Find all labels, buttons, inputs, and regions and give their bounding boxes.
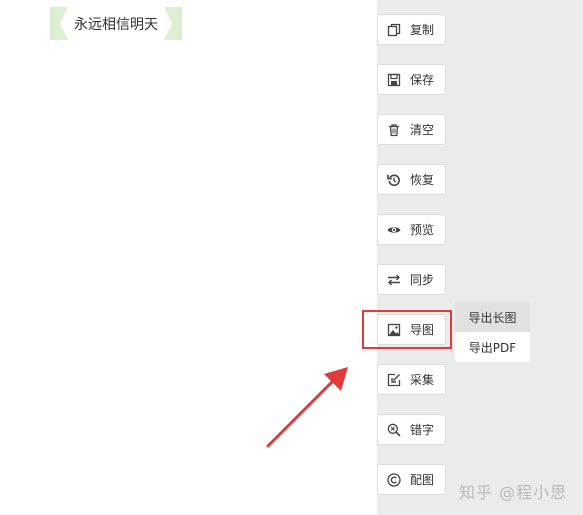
editor-canvas[interactable]: 永远相信明天 <box>0 0 377 515</box>
clear-label: 清空 <box>410 123 435 137</box>
illustration-label: 配图 <box>410 473 435 487</box>
export-long-image-item[interactable]: 导出长图 <box>455 302 530 332</box>
copy-label: 复制 <box>410 23 435 37</box>
typo-check-button[interactable]: 错字 <box>377 414 446 445</box>
annotation-arrow-icon <box>266 367 348 448</box>
sync-label: 同步 <box>410 273 435 287</box>
save-label: 保存 <box>410 73 435 87</box>
side-toolbar: 复制 保存 清空 恢复 预览 同步 导图 采集 错字 配图 导出长图 导出PDF <box>362 0 583 515</box>
save-icon <box>387 73 401 87</box>
highlight-box <box>362 310 452 349</box>
copy-button[interactable]: 复制 <box>377 14 446 45</box>
restore-icon <box>387 173 401 187</box>
watermark: 知乎 @程小思 <box>459 483 568 502</box>
preview-button[interactable]: 预览 <box>377 214 446 245</box>
clear-button[interactable]: 清空 <box>377 114 446 145</box>
preview-label: 预览 <box>410 223 435 237</box>
collect-label: 采集 <box>410 373 435 387</box>
collect-icon <box>387 373 401 387</box>
eye-icon <box>387 223 401 237</box>
illustration-button[interactable]: 配图 <box>377 464 446 495</box>
restore-label: 恢复 <box>410 173 435 187</box>
export-submenu: 导出长图 导出PDF <box>455 302 530 362</box>
export-pdf-item[interactable]: 导出PDF <box>455 332 530 362</box>
save-button[interactable]: 保存 <box>377 64 446 95</box>
copy-icon <box>387 23 401 37</box>
copyright-icon <box>387 472 401 487</box>
restore-button[interactable]: 恢复 <box>377 164 446 195</box>
sync-button[interactable]: 同步 <box>377 264 446 295</box>
typo-check-label: 错字 <box>410 423 435 437</box>
topic-label: 永远相信明天 <box>60 7 172 40</box>
trash-icon <box>387 123 401 137</box>
search-x-icon <box>387 423 401 437</box>
topic-tag[interactable]: 永远相信明天 <box>50 7 182 40</box>
collect-button[interactable]: 采集 <box>377 364 446 395</box>
sync-icon <box>387 273 401 287</box>
